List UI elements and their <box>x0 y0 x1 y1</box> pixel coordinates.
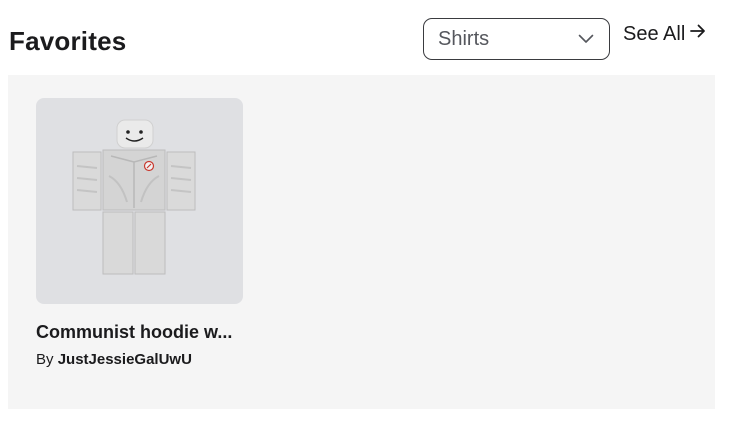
item-name[interactable]: Communist hoodie w... <box>36 322 243 343</box>
arrow-right-icon <box>689 22 707 46</box>
section-title: Favorites <box>9 26 127 56</box>
see-all-label: See All <box>623 22 686 45</box>
dropdown-selected-value: Shirts <box>438 27 490 50</box>
category-dropdown[interactable]: Shirts <box>423 18 610 60</box>
item-thumbnail[interactable] <box>36 98 243 304</box>
favorites-section: Favorites Shirts See All Communist hoodi… <box>0 0 743 426</box>
item-card[interactable]: Communist hoodie w... By JustJessieGalUw… <box>36 98 243 368</box>
avatar-shirt-preview <box>72 119 195 275</box>
item-creator: By JustJessieGalUwU <box>36 351 243 368</box>
creator-name-link[interactable]: JustJessieGalUwU <box>58 351 192 368</box>
see-all-link[interactable]: See All <box>623 22 707 46</box>
creator-by-label: By <box>36 351 54 368</box>
chevron-down-icon <box>577 30 595 48</box>
favorites-panel: Communist hoodie w... By JustJessieGalUw… <box>8 75 715 409</box>
